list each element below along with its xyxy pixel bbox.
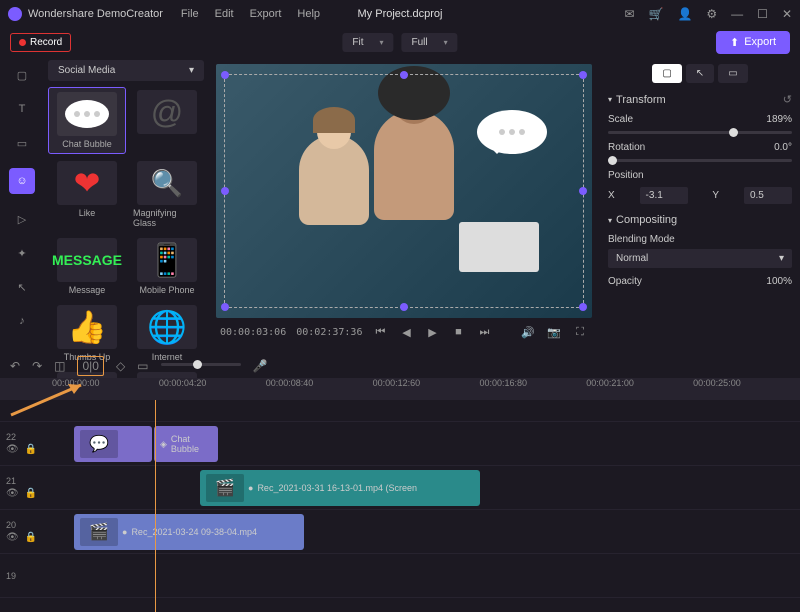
- library-item[interactable]: ❤Like: [48, 158, 126, 231]
- fullscreen-button[interactable]: ⛶: [572, 326, 588, 339]
- menu-edit[interactable]: Edit: [215, 8, 234, 20]
- volume-button[interactable]: 🔊: [520, 326, 536, 339]
- rotation-slider[interactable]: [608, 159, 792, 162]
- library-category-dropdown[interactable]: Social Media▾: [48, 60, 204, 81]
- redo-button[interactable]: ↷: [32, 359, 42, 373]
- stop-button[interactable]: ■: [450, 326, 466, 338]
- menu-help[interactable]: Help: [297, 8, 320, 20]
- sidebar-text-icon[interactable]: T: [13, 100, 31, 118]
- sidebar-transition-icon[interactable]: ▷: [13, 210, 31, 228]
- zoom-slider[interactable]: [161, 363, 241, 366]
- mail-icon[interactable]: ✉: [624, 7, 634, 21]
- library-item[interactable]: MESSAGEMessage: [48, 235, 126, 298]
- group-button[interactable]: ▭: [137, 359, 148, 373]
- timeline-ruler[interactable]: 00:00:00:0000:00:04:2000:00:08:4000:00:1…: [0, 378, 800, 400]
- sidebar-caption-icon[interactable]: ▭: [13, 134, 31, 152]
- clip-recording-1[interactable]: 🎬● Rec_2021-03-31 16-13-01.mp4 (Screen: [200, 470, 480, 506]
- visibility-icon[interactable]: 👁: [6, 444, 19, 455]
- track-header[interactable]: 19: [0, 554, 52, 597]
- record-button[interactable]: Record: [10, 33, 71, 52]
- chat-bubble-overlay[interactable]: [477, 110, 547, 154]
- step-back-button[interactable]: ◀: [398, 326, 414, 339]
- current-time: 00:00:03:06: [220, 327, 286, 338]
- blending-mode-select[interactable]: Normal▾: [608, 249, 792, 268]
- visibility-icon[interactable]: 👁: [6, 488, 19, 499]
- cart-icon[interactable]: 🛒: [649, 7, 664, 21]
- scale-slider[interactable]: [608, 131, 792, 134]
- selection-box[interactable]: [224, 74, 584, 308]
- prev-button[interactable]: ⏮: [372, 326, 388, 339]
- sidebar-media-icon[interactable]: ▢: [13, 66, 31, 84]
- visibility-icon[interactable]: 👁: [6, 532, 19, 543]
- compositing-section-header[interactable]: Compositing: [608, 214, 792, 226]
- sidebar-cursor-icon[interactable]: ↖: [13, 278, 31, 296]
- rotation-value: 0.0°: [774, 142, 792, 153]
- export-button[interactable]: ⬆ Export: [716, 31, 790, 54]
- menu-file[interactable]: File: [181, 8, 199, 20]
- library-item[interactable]: 📱Mobile Phone: [130, 235, 204, 298]
- total-time: 00:02:37:36: [296, 327, 362, 338]
- library-item[interactable]: @: [130, 87, 204, 154]
- marker-button[interactable]: ◇: [116, 359, 125, 373]
- menu-export[interactable]: Export: [250, 8, 282, 20]
- window-maximize[interactable]: ☐: [757, 7, 768, 21]
- snapshot-button[interactable]: 📷: [546, 326, 562, 339]
- next-button[interactable]: ⏭: [476, 326, 492, 339]
- tab-more[interactable]: ▭: [718, 64, 747, 83]
- settings-icon[interactable]: ⚙: [706, 7, 717, 21]
- project-filename: My Project.dcproj: [358, 8, 443, 20]
- playhead[interactable]: [155, 400, 156, 612]
- sidebar-sticker-icon[interactable]: ☺: [9, 168, 35, 194]
- fit-dropdown[interactable]: Fit: [342, 33, 393, 52]
- preview-canvas[interactable]: [216, 64, 592, 318]
- split-button[interactable]: 0|0: [77, 356, 103, 376]
- clip-chat-bubble-sticker[interactable]: 💬: [74, 426, 152, 462]
- opacity-value: 100%: [766, 276, 792, 287]
- app-name: Wondershare DemoCreator: [28, 8, 163, 20]
- window-close[interactable]: ✕: [782, 7, 792, 21]
- app-logo: [8, 7, 22, 21]
- tab-video[interactable]: ▢: [652, 64, 681, 83]
- lock-icon[interactable]: 🔒: [25, 488, 37, 499]
- crop-button[interactable]: ◫: [54, 359, 65, 373]
- play-button[interactable]: ▶: [424, 326, 440, 339]
- position-y-input[interactable]: 0.5: [744, 187, 792, 204]
- full-dropdown[interactable]: Full: [401, 33, 457, 52]
- user-icon[interactable]: 👤: [677, 7, 692, 21]
- scale-value: 189%: [766, 114, 792, 125]
- tab-cursor[interactable]: ↖: [686, 64, 714, 83]
- library-item[interactable]: 🔍Magnifying Glass: [130, 158, 204, 231]
- mic-button[interactable]: 🎤: [253, 359, 268, 373]
- library-item[interactable]: Chat Bubble: [48, 87, 126, 154]
- clip-recording-2[interactable]: 🎬● Rec_2021-03-24 09-38-04.mp4: [74, 514, 304, 550]
- transform-section-header[interactable]: Transform: [608, 93, 792, 106]
- sidebar-effects-icon[interactable]: ✦: [13, 244, 31, 262]
- window-minimize[interactable]: —: [731, 7, 743, 21]
- clip-chat-bubble[interactable]: ◈ Chat Bubble: [154, 426, 218, 462]
- lock-icon[interactable]: 🔒: [25, 532, 37, 543]
- library-item[interactable]: 🌐Internet: [130, 302, 204, 365]
- track-header[interactable]: 21👁🔒: [0, 466, 52, 509]
- sidebar-audio-icon[interactable]: ♪: [13, 312, 31, 330]
- undo-button[interactable]: ↶: [10, 359, 20, 373]
- position-x-input[interactable]: -3.1: [640, 187, 688, 204]
- track-header[interactable]: 22👁🔒: [0, 422, 52, 465]
- track-header[interactable]: 20👁🔒: [0, 510, 52, 553]
- lock-icon[interactable]: 🔒: [25, 444, 37, 455]
